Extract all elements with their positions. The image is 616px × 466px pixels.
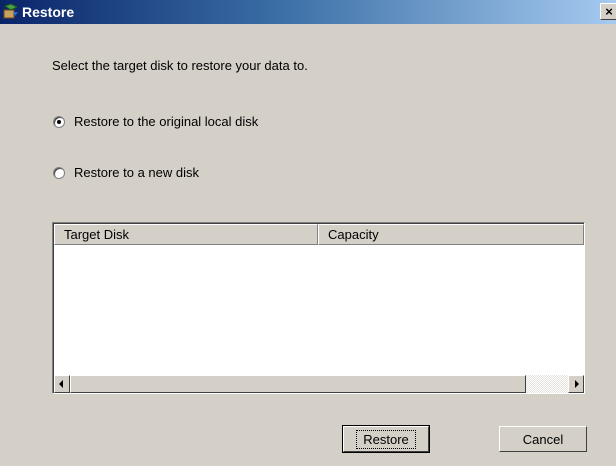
close-icon: × [605,4,613,19]
radio-original-disk[interactable]: Restore to the original local disk [53,114,258,129]
close-button[interactable]: × [600,3,616,20]
restore-button-label: Restore [356,429,416,449]
radio-original-disk-label[interactable]: Restore to the original local disk [74,114,258,129]
title-bar[interactable]: Restore × [0,0,616,24]
scroll-thumb[interactable] [70,375,526,393]
restore-dialog: Restore × Select the target disk to rest… [0,0,616,466]
scroll-track[interactable] [70,375,568,393]
radio-new-disk[interactable]: Restore to a new disk [53,165,199,180]
radio-button-checked-icon[interactable] [53,115,65,128]
scroll-left-icon [59,380,63,388]
column-header-target-disk[interactable]: Target Disk [54,224,318,245]
cancel-button[interactable]: Cancel [499,426,587,452]
window-title: Restore [22,4,75,20]
restore-button[interactable]: Restore [342,425,430,453]
horizontal-scrollbar[interactable] [54,375,584,393]
radio-new-disk-label[interactable]: Restore to a new disk [74,165,199,180]
list-body[interactable] [54,245,584,375]
radio-button-icon[interactable] [53,166,65,179]
restore-app-icon [2,3,20,21]
instruction-text: Select the target disk to restore your d… [52,58,308,73]
scroll-right-icon [575,380,579,388]
cancel-button-label: Cancel [522,431,564,447]
scroll-right-button[interactable] [568,375,584,393]
column-header-capacity[interactable]: Capacity [318,224,584,245]
scroll-left-button[interactable] [54,375,70,393]
target-disk-list[interactable]: Target Disk Capacity [52,222,585,394]
list-header: Target Disk Capacity [54,224,584,245]
